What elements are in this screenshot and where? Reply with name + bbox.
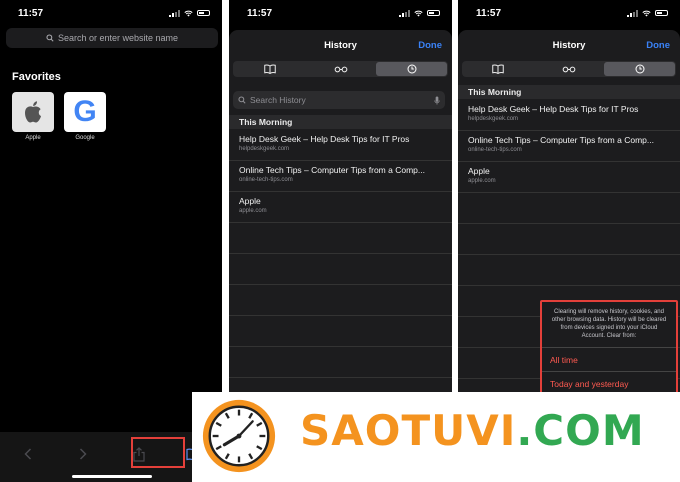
browser-screen: 11:57 Search or enter website name Favor…: [0, 0, 222, 482]
status-bar: 11:57: [229, 0, 452, 26]
wifi-icon: [642, 10, 651, 16]
history-item-title: Apple: [239, 196, 261, 206]
history-item-title: Online Tech Tips – Computer Tips from a …: [468, 135, 654, 145]
tab-history[interactable]: [604, 62, 676, 76]
segmented-control: [233, 61, 448, 77]
favorite-label: Google: [75, 135, 95, 141]
empty-row: [229, 285, 452, 316]
empty-row: [458, 193, 680, 224]
history-item-url: helpdeskgeek.com: [239, 146, 290, 152]
history-item-title: Online Tech Tips – Computer Tips from a …: [239, 165, 425, 175]
favorite-label: Apple: [25, 135, 41, 141]
search-icon: [46, 34, 54, 42]
watermark-banner: SAOTUVI.COM: [192, 392, 680, 482]
search-history-input[interactable]: Search History: [233, 91, 445, 109]
apple-logo-icon: [25, 101, 41, 123]
done-button[interactable]: Done: [646, 40, 670, 51]
microphone-icon[interactable]: [434, 95, 440, 105]
favorite-google[interactable]: G Google: [64, 92, 106, 141]
empty-row: [229, 316, 452, 347]
reading-list-icon: [562, 66, 576, 72]
history-item-title: Apple: [468, 166, 490, 176]
bookmarks-icon: [492, 64, 505, 74]
tab-reading-list[interactable]: [305, 62, 376, 76]
history-item-title: Help Desk Geek – Help Desk Tips for IT P…: [239, 134, 410, 144]
favorite-apple[interactable]: Apple: [12, 92, 54, 141]
tab-bookmarks[interactable]: [463, 62, 534, 76]
cellular-signal-icon: [627, 9, 638, 17]
status-bar: 11:57: [458, 0, 680, 26]
tab-reading-list[interactable]: [534, 62, 605, 76]
watermark-text: SAOTUVI.COM: [300, 406, 645, 455]
tab-bookmarks[interactable]: [234, 62, 305, 76]
favorites-title: Favorites: [12, 71, 61, 83]
clear-message: Clearing will remove history, cookies, a…: [542, 302, 676, 349]
empty-row: [458, 224, 680, 255]
history-item-title: Help Desk Geek – Help Desk Tips for IT P…: [468, 104, 639, 114]
home-indicator: [72, 475, 152, 478]
address-placeholder: Search or enter website name: [57, 33, 179, 43]
history-item-url: online-tech-tips.com: [239, 177, 293, 183]
tab-history[interactable]: [376, 62, 447, 76]
empty-row: [458, 255, 680, 286]
segmented-control: [462, 61, 676, 77]
clock-logo-icon: [202, 399, 276, 473]
forward-icon[interactable]: [69, 442, 97, 466]
status-bar: 11:57: [0, 0, 222, 26]
history-item[interactable]: Online Tech Tips – Computer Tips from a …: [229, 161, 452, 192]
battery-icon: [655, 10, 668, 16]
history-item-url: helpdeskgeek.com: [468, 116, 519, 122]
section-header: This Morning: [229, 115, 452, 129]
status-time: 11:57: [18, 7, 44, 19]
section-header: This Morning: [458, 85, 680, 99]
wifi-icon: [184, 10, 193, 16]
back-icon[interactable]: [14, 442, 42, 466]
history-item[interactable]: Help Desk Geek – Help Desk Tips for IT P…: [458, 100, 680, 131]
history-item[interactable]: Apple apple.com: [229, 192, 452, 223]
clear-all-time-option[interactable]: All time: [542, 348, 676, 373]
battery-icon: [197, 10, 210, 16]
reading-list-icon: [334, 66, 347, 72]
history-item[interactable]: Online Tech Tips – Computer Tips from a …: [458, 131, 680, 162]
history-item[interactable]: Apple apple.com: [458, 162, 680, 193]
address-bar[interactable]: Search or enter website name: [6, 28, 218, 48]
bookmarks-icon: [263, 64, 276, 74]
battery-icon: [427, 10, 440, 16]
history-item-url: apple.com: [239, 208, 267, 214]
cellular-signal-icon: [399, 9, 410, 17]
empty-row: [229, 347, 452, 378]
clear-history-popup: Clearing will remove history, cookies, a…: [540, 300, 678, 400]
history-item[interactable]: Help Desk Geek – Help Desk Tips for IT P…: [229, 130, 452, 161]
search-placeholder: Search History: [250, 95, 306, 105]
wifi-icon: [414, 10, 423, 16]
history-clock-icon: [406, 64, 417, 74]
bookmarks-highlight-box: [131, 437, 185, 468]
history-clock-icon: [635, 64, 645, 74]
cellular-signal-icon: [169, 9, 180, 17]
history-item-url: apple.com: [468, 178, 496, 184]
search-icon: [238, 96, 246, 104]
status-time: 11:57: [476, 7, 502, 19]
google-logo-icon: G: [73, 95, 97, 128]
status-time: 11:57: [247, 7, 273, 19]
empty-row: [229, 223, 452, 254]
empty-row: [229, 254, 452, 285]
done-button[interactable]: Done: [418, 40, 442, 51]
history-item-url: online-tech-tips.com: [468, 147, 522, 153]
